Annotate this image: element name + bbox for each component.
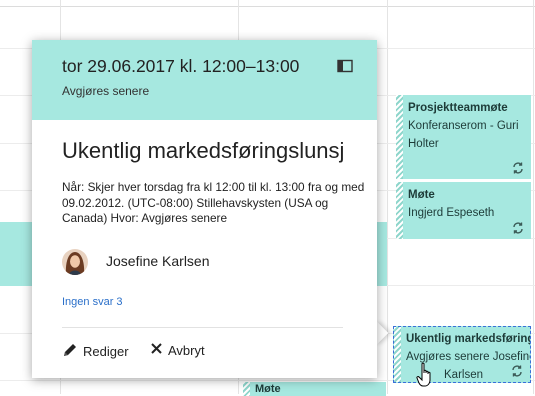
organizer-name[interactable]: Josefine Karlsen — [106, 253, 210, 269]
event-title: Prosjektteammøte — [408, 102, 508, 114]
recurring-icon — [511, 162, 525, 176]
event-card-selected[interactable]: Ukentlig markedsføringsl. Avgjøres sener… — [393, 326, 531, 383]
edit-label: Rediger — [83, 344, 129, 359]
event-line: Konferanserom - Guri — [408, 120, 519, 132]
event-line: Ingjerd Espeseth — [408, 207, 495, 219]
event-title: Møte — [408, 189, 435, 201]
event-stripe — [394, 327, 401, 382]
event-card[interactable]: Møte Ingjerd Espeseth — [396, 182, 531, 239]
popup-date-time: tor 29.06.2017 kl. 12:00–13:00 — [62, 56, 300, 76]
cancel-button[interactable]: Avbryt — [150, 342, 205, 358]
responses-link[interactable]: Ingen svar 3 — [62, 296, 123, 308]
popup-event-title: Ukentlig markedsføringslunsj — [62, 138, 345, 163]
day-column-divider — [387, 0, 388, 394]
expand-icon[interactable] — [337, 58, 353, 73]
event-stripe — [396, 182, 403, 239]
hand-cursor-icon — [416, 362, 436, 388]
popup-location: Avgjøres senere — [62, 84, 150, 98]
recurring-icon — [511, 222, 525, 236]
cancel-label: Avbryt — [168, 342, 205, 358]
recurring-icon — [510, 365, 524, 379]
event-block-left[interactable] — [0, 222, 32, 286]
popup-header — [32, 40, 377, 120]
event-line: Holter — [408, 138, 439, 150]
day-column-divider — [533, 0, 534, 394]
edit-button[interactable]: Rediger — [62, 342, 129, 361]
event-peek-popup: tor 29.06.2017 kl. 12:00–13:00 Avgjøres … — [32, 40, 377, 378]
event-stripe — [396, 95, 403, 179]
avatar[interactable] — [62, 249, 88, 275]
pencil-icon — [62, 342, 78, 361]
calendar-top-border — [0, 6, 535, 7]
popup-divider — [62, 327, 343, 328]
close-icon — [150, 342, 163, 358]
event-card[interactable]: Prosjektteammøte Konferanserom - Guri Ho… — [396, 95, 531, 179]
popup-details: Når: Skjer hver torsdag fra kl 12:00 til… — [62, 180, 365, 225]
event-title: Ukentlig markedsføringsl. — [406, 333, 530, 345]
event-block-edge[interactable] — [377, 222, 387, 286]
